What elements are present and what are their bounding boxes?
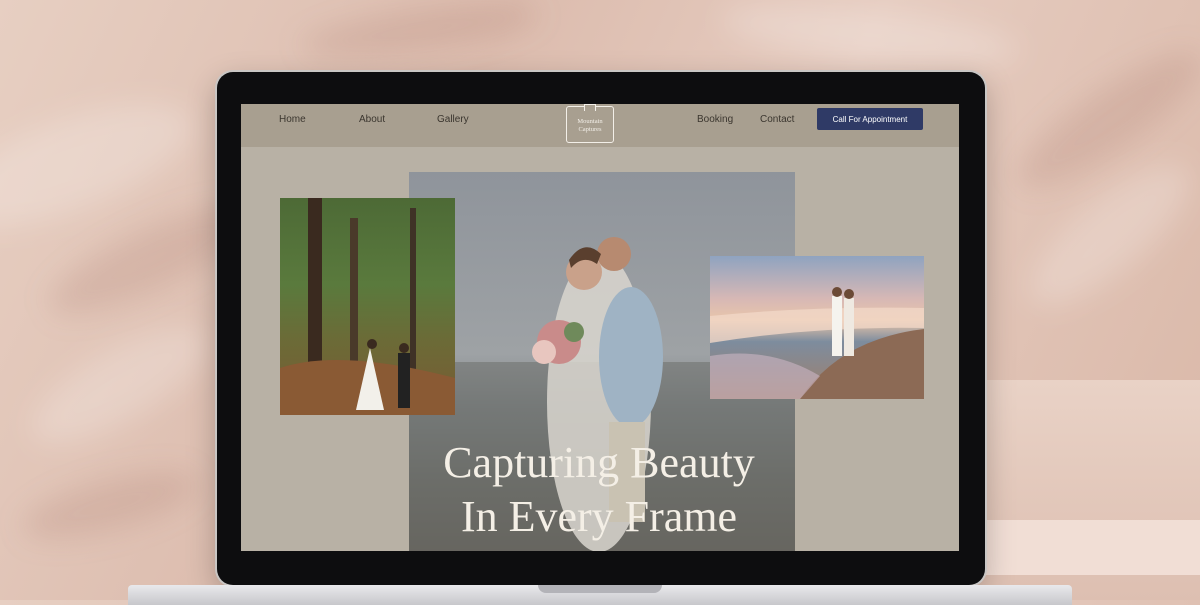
call-for-appointment-button[interactable]: Call For Appointment [817, 108, 923, 130]
logo-camera-icon [584, 104, 596, 111]
logo-line-1: Mountain [577, 118, 603, 125]
laptop-hinge-notch [538, 585, 662, 593]
hero-title-line-1: Capturing Beauty [443, 438, 755, 487]
nav-contact-link[interactable]: Contact [760, 114, 794, 125]
forest-couple-photo [280, 198, 455, 415]
hero-title: Capturing Beauty In Every Frame [359, 436, 839, 544]
nav-gallery-link[interactable]: Gallery [437, 114, 469, 125]
nav-home-link[interactable]: Home [279, 114, 306, 125]
site-nav: Home About Gallery Mountain Captures Boo… [241, 104, 959, 147]
hero-title-line-2: In Every Frame [460, 492, 738, 541]
table-edge [985, 520, 1200, 575]
nav-about-link[interactable]: About [359, 114, 385, 125]
nav-booking-link[interactable]: Booking [697, 114, 733, 125]
sunset-beach-photo [710, 256, 924, 399]
site-logo[interactable]: Mountain Captures [566, 104, 614, 143]
website-screen: Home About Gallery Mountain Captures Boo… [241, 104, 959, 551]
logo-line-2: Captures [578, 126, 602, 133]
